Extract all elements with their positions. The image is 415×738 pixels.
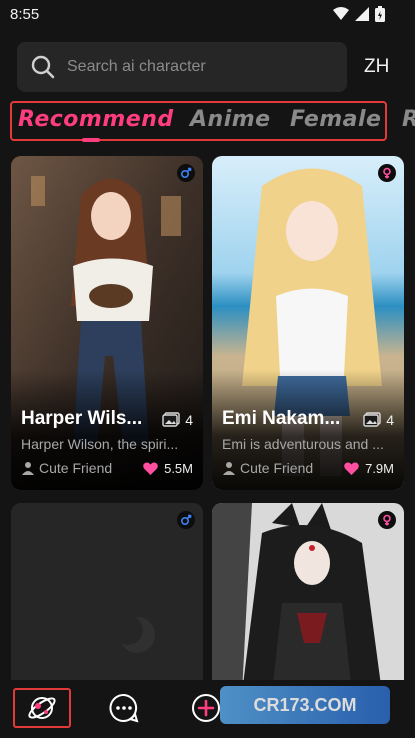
tab-recommend[interactable]: Recommend xyxy=(18,107,174,132)
like-count-value: 5.5M xyxy=(164,461,193,476)
character-card[interactable]: Harper Wils... 4 Harper Wilson, the spir… xyxy=(11,156,203,490)
wifi-icon xyxy=(333,7,349,20)
user-icon xyxy=(223,462,235,475)
character-tag: Cute Friend xyxy=(21,460,112,476)
heart-icon xyxy=(344,462,359,475)
image-count: 4 xyxy=(162,412,193,428)
tab-female[interactable]: Female xyxy=(290,107,381,132)
character-name: Emi Nakam... xyxy=(222,408,341,429)
character-card[interactable] xyxy=(212,503,404,693)
female-icon xyxy=(378,511,396,529)
status-bar: 8:55 xyxy=(0,0,415,30)
character-description: Emi is adventurous and ... xyxy=(222,436,384,452)
like-count-value: 7.9M xyxy=(365,461,394,476)
nav-chat[interactable] xyxy=(108,692,140,729)
like-count: 5.5M xyxy=(143,461,193,476)
watermark-logo: CR173.COM xyxy=(220,686,390,724)
character-card[interactable] xyxy=(11,503,203,693)
character-description: Harper Wilson, the spiri... xyxy=(21,436,179,452)
tab-anime[interactable]: Anime xyxy=(190,107,271,132)
planet-icon xyxy=(28,697,56,719)
character-tag-label: Cute Friend xyxy=(240,460,314,476)
bottom-navigation: CR173.COM xyxy=(0,680,415,738)
status-time: 8:55 xyxy=(10,6,40,23)
character-tag: Cute Friend xyxy=(222,460,313,476)
placeholder-image xyxy=(11,503,203,693)
nav-create[interactable] xyxy=(190,692,222,729)
watermark-text: CR173.COM xyxy=(253,694,357,715)
search-icon xyxy=(31,55,55,79)
image-count: 4 xyxy=(363,412,394,428)
character-portrait xyxy=(212,503,404,693)
like-count: 7.9M xyxy=(344,461,394,476)
add-icon xyxy=(192,694,220,722)
language-toggle[interactable]: ZH xyxy=(364,56,389,78)
male-icon xyxy=(177,164,195,182)
chat-icon xyxy=(109,693,139,723)
gallery-icon xyxy=(363,412,381,427)
image-count-value: 4 xyxy=(386,412,394,428)
character-card[interactable]: Emi Nakam... 4 Emi is adventurous and ..… xyxy=(212,156,404,490)
category-tabs: Recommend Anime Female xyxy=(10,101,387,141)
nav-discover[interactable] xyxy=(13,688,71,728)
male-icon xyxy=(177,511,195,529)
signal-icon xyxy=(355,7,369,21)
search-input[interactable] xyxy=(67,58,317,76)
character-name: Harper Wils... xyxy=(21,408,143,429)
status-icons xyxy=(333,6,385,22)
female-icon xyxy=(378,164,396,182)
image-count-value: 4 xyxy=(185,412,193,428)
heart-icon xyxy=(143,462,158,475)
tab-more[interactable]: R xyxy=(402,107,415,132)
battery-icon xyxy=(375,6,385,22)
user-icon xyxy=(22,462,34,475)
gallery-icon xyxy=(162,412,180,427)
active-tab-indicator xyxy=(82,138,100,142)
search-bar[interactable] xyxy=(17,42,347,92)
character-tag-label: Cute Friend xyxy=(39,460,113,476)
